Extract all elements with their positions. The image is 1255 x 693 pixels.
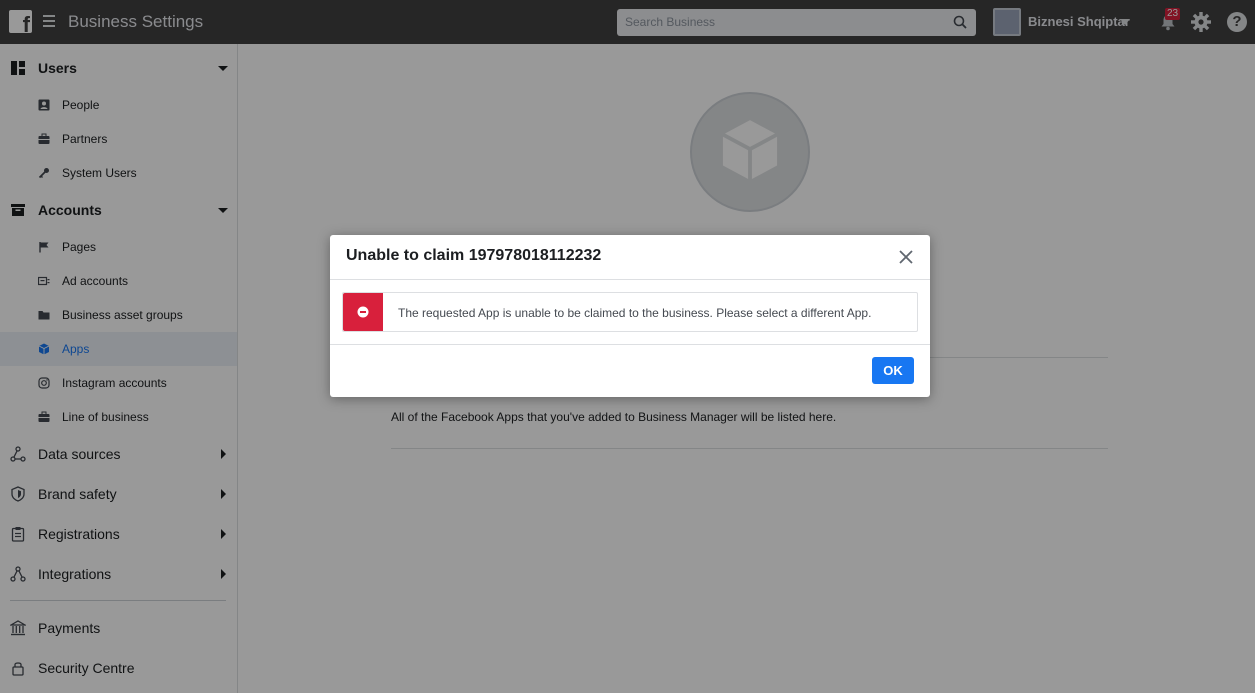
error-icon bbox=[357, 306, 369, 318]
dialog-divider bbox=[330, 344, 930, 345]
error-strip bbox=[343, 293, 383, 331]
error-dialog: Unable to claim 197978018112232 The requ… bbox=[330, 235, 930, 397]
dialog-title: Unable to claim 197978018112232 bbox=[346, 247, 602, 264]
dialog-divider bbox=[330, 279, 930, 280]
error-alert: The requested App is unable to be claime… bbox=[342, 292, 918, 332]
error-message: The requested App is unable to be claime… bbox=[398, 306, 872, 320]
ok-button[interactable]: OK bbox=[872, 357, 914, 384]
close-icon[interactable] bbox=[896, 247, 916, 267]
